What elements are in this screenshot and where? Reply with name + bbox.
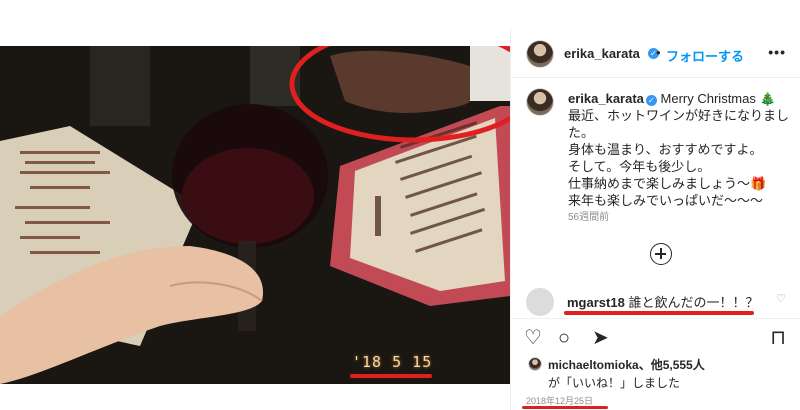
- plus-circle-icon[interactable]: [650, 243, 672, 265]
- comment-body: 誰と飲んだの一！！？: [628, 295, 759, 310]
- caption-line-3: 身体も温まり、おすすめですよ。: [568, 142, 763, 157]
- post-side-panel: erika_karata ✓ • フォローする ••• erika_karata…: [512, 28, 800, 410]
- post-photo[interactable]: '18 5 15: [0, 46, 510, 384]
- more-options-icon[interactable]: •••: [768, 44, 786, 60]
- caption-verified-badge-icon: ✓: [645, 95, 657, 106]
- caption-line-1: 最近、ホットワインが好きになりまし: [568, 108, 790, 123]
- caption-line-2: た。: [568, 125, 595, 140]
- liker-avatar[interactable]: [528, 357, 542, 371]
- caption-line-5: 仕事納めまで楽しみましょう〜🎁: [568, 176, 767, 191]
- caption-line-0: erika_karata ✓ Merry Christmas 🎄: [568, 91, 776, 106]
- comment-bubble-icon[interactable]: ○: [558, 327, 570, 349]
- post-header: erika_karata ✓ • フォローする •••: [512, 28, 800, 78]
- photo-scene: [0, 46, 510, 384]
- post-actions: ♡ ○ ➤ ⊓: [512, 318, 800, 358]
- caption-line-4: そして。今年も後少し。: [568, 159, 711, 174]
- caption-time-ago[interactable]: 56週間前: [568, 208, 609, 223]
- caption-author-avatar[interactable]: [526, 88, 554, 116]
- film-date-stamp: '18 5 15: [352, 353, 433, 371]
- comment-text: mgarst18 誰と飲んだの一！！？: [567, 292, 758, 311]
- panel-divider: [510, 28, 511, 410]
- commenter-avatar[interactable]: [526, 288, 554, 316]
- author-username[interactable]: erika_karata: [564, 46, 640, 61]
- caption-username[interactable]: erika_karata: [568, 91, 644, 106]
- post-date-underline: [522, 406, 608, 409]
- like-heart-icon[interactable]: ♡: [524, 327, 542, 349]
- follow-button[interactable]: フォローする: [666, 46, 744, 65]
- author-avatar[interactable]: [526, 40, 554, 68]
- caption-text: erika_karata ✓ Merry Christmas 🎄 最近、ホットワイ…: [568, 90, 793, 209]
- date-stamp-underline: [350, 374, 432, 378]
- likes-suffix: が「いいね！」しました: [548, 376, 681, 390]
- share-send-icon[interactable]: ➤: [592, 327, 609, 349]
- likes-count[interactable]: michaeltomioka、他5,555人: [548, 356, 705, 373]
- comment-row: mgarst18 誰と飲んだの一！！？ ♡: [512, 283, 800, 316]
- comment-like-icon[interactable]: ♡: [776, 292, 786, 305]
- header-dot: •: [656, 45, 661, 60]
- comment-underline: [564, 311, 754, 315]
- caption-line-6: 来年も楽しみでいっぱいだ〜〜〜: [568, 193, 764, 208]
- commenter-username[interactable]: mgarst18: [567, 295, 625, 310]
- save-bookmark-icon[interactable]: ⊓: [770, 327, 786, 349]
